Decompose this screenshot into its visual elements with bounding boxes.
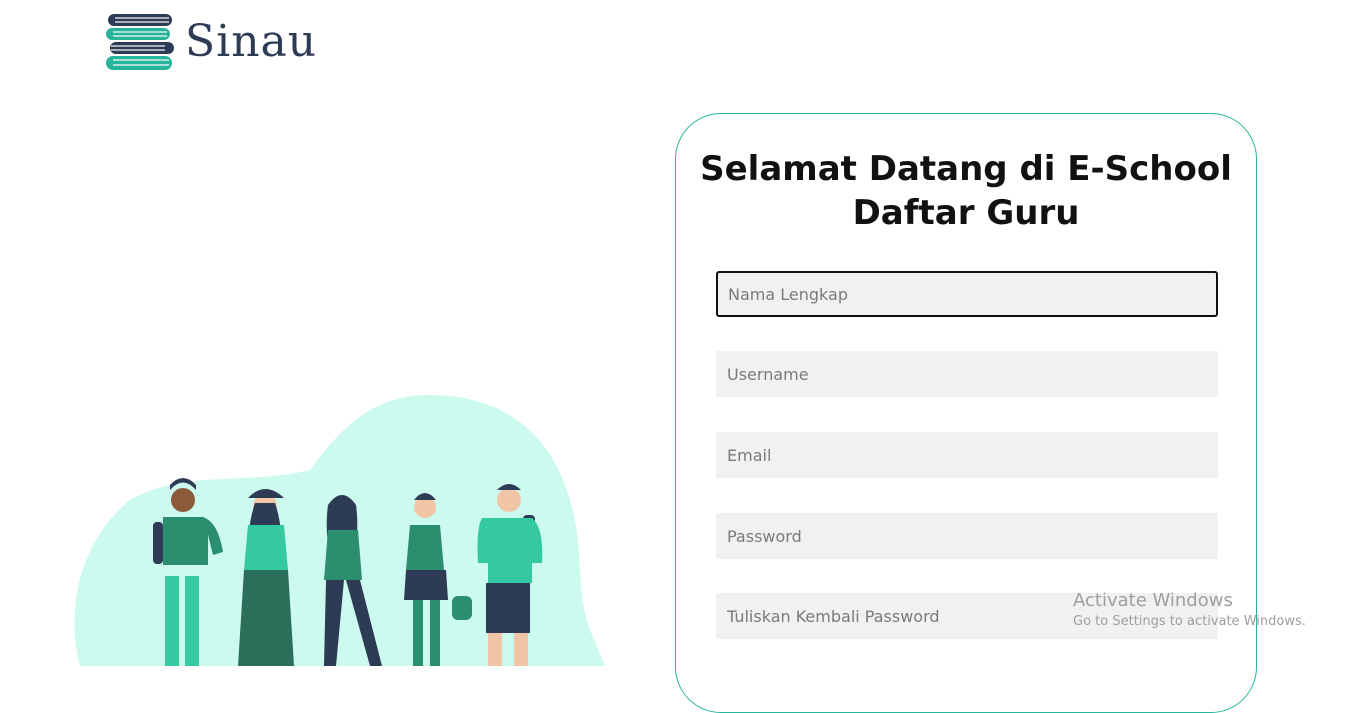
email-input[interactable]: [716, 432, 1218, 478]
page-title: Selamat Datang di E-School Daftar Guru: [676, 147, 1256, 235]
activate-windows-watermark: Activate Windows Go to Settings to activ…: [1073, 590, 1306, 632]
students-illustration: [70, 390, 630, 670]
brand-logo[interactable]: Sinau: [105, 12, 317, 72]
stacked-books-icon: [105, 12, 175, 72]
password-input[interactable]: [716, 513, 1218, 559]
title-line-1: Selamat Datang di E-School: [700, 149, 1232, 189]
full-name-input[interactable]: [716, 271, 1218, 317]
watermark-title: Activate Windows: [1073, 590, 1233, 611]
watermark-subtitle: Go to Settings to activate Windows.: [1073, 614, 1306, 629]
username-input[interactable]: [716, 351, 1218, 397]
title-line-2: Daftar Guru: [852, 193, 1080, 233]
brand-name: Sinau: [185, 16, 318, 67]
